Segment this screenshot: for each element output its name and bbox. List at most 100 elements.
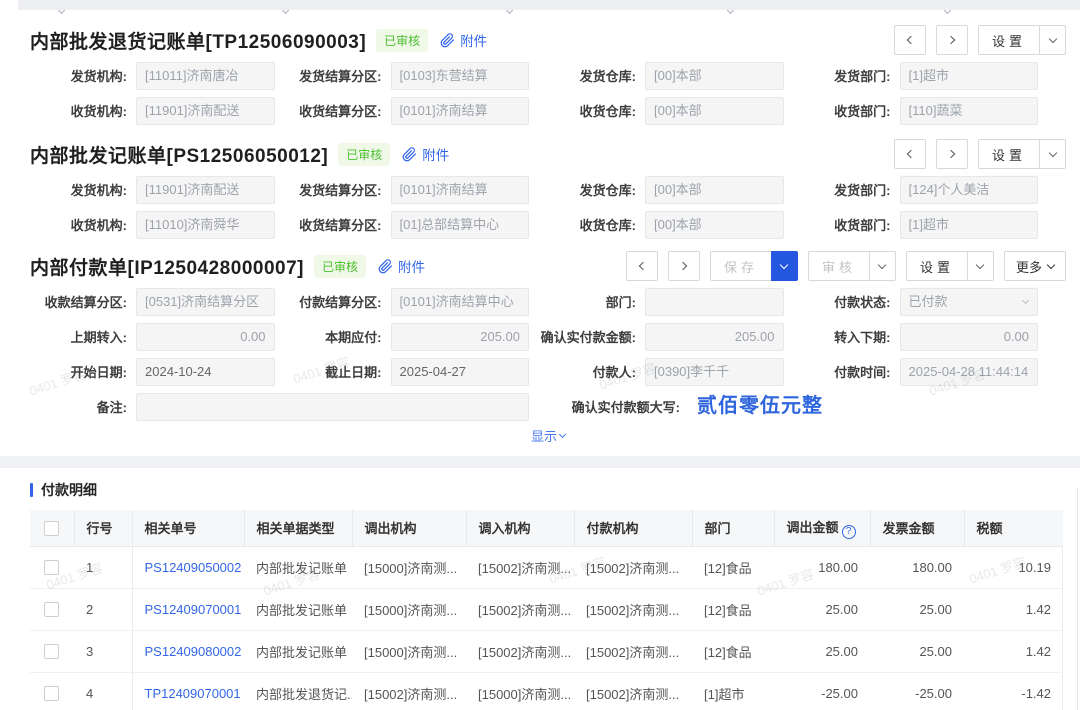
panel-return-voucher: 内部批发退货记账单[TP12506090003] 已审核 附件 设置 发货机构:… [0,22,1080,128]
show-toggle-link[interactable]: 显示 [531,426,565,445]
attachment-label: 附件 [422,144,449,164]
cell-tax: 1.42 [964,630,1063,672]
prev-record-button[interactable] [626,251,658,281]
field-amount-words: 确认实付款额大写:贰佰零伍元整 [539,389,1048,424]
row-checkbox[interactable] [44,644,59,659]
current-due-input[interactable]: 205.00 [391,323,530,351]
field-recv-dept: 收货部门:[110]蔬菜 [794,93,1049,128]
settings-button[interactable]: 设置 [906,251,968,281]
cell-doc-type: 内部批发退货记... [244,672,352,710]
col-doc-no: 相关单号 [132,510,244,546]
cell-out-amount: 25.00 [774,630,870,672]
ship-warehouse-input[interactable]: [00]本部 [645,176,784,204]
field-recv-org: 收货机构:[11010]济南舜华 [30,207,285,242]
field-pay-time: 付款时间:2025-04-28 11:44:14 [794,354,1049,389]
prev-record-button[interactable] [894,25,926,55]
audit-dropdown-button[interactable] [869,251,896,281]
settings-button[interactable]: 设置 [978,25,1040,55]
field-ship-dept: 发货部门:[124]个人美洁 [794,172,1049,207]
ship-zone-input[interactable]: [0101]济南结算 [391,176,530,204]
audit-button[interactable]: 审核 [808,251,870,281]
col-in-org: 调入机构 [466,510,574,546]
start-date-input[interactable]: 2024-10-24 [136,358,275,386]
attachment-link[interactable]: 附件 [378,256,425,276]
paperclip-icon [378,259,393,274]
cell-out-org: [15000]济南测... [352,588,466,630]
cell-tax: 10.19 [964,546,1063,588]
recv-org-input[interactable]: [11010]济南舜华 [136,211,275,239]
settings-dropdown-button[interactable] [967,251,994,281]
remark-input[interactable] [136,393,529,421]
doc-no-link[interactable]: PS12409080002 [132,630,244,672]
recv-warehouse-input[interactable]: [00]本部 [645,211,784,239]
doc-no-link[interactable]: PS12409070001 [132,588,244,630]
recv-zone-input[interactable]: [0531]济南结算分区 [136,288,275,316]
field-ship-org: 发货机构:[11011]济南唐冶 [30,58,285,93]
dept-input[interactable] [645,288,784,316]
col-out-org: 调出机构 [352,510,466,546]
save-dropdown-button[interactable] [771,251,798,281]
row-checkbox[interactable] [44,602,59,617]
cell-in-org: [15002]济南测... [466,588,574,630]
doc-no-link[interactable]: PS12409050002 [132,546,244,588]
field-ship-warehouse: 发货仓库:[00]本部 [539,172,794,207]
recv-dept-input[interactable]: [1]超市 [900,211,1039,239]
pay-status-select[interactable]: 已付款 [900,288,1039,316]
save-button[interactable]: 保存 [710,251,772,281]
row-checkbox[interactable] [44,560,59,575]
cell-line-no: 1 [74,546,132,588]
pay-time-input[interactable]: 2025-04-28 11:44:14 [900,358,1039,386]
recv-zone-input[interactable]: [01]总部结算中心 [391,211,530,239]
ship-org-input[interactable]: [11011]济南唐冶 [136,62,275,90]
ship-org-input[interactable]: [11901]济南配送 [136,176,275,204]
ship-dept-input[interactable]: [1]超市 [900,62,1039,90]
recv-warehouse-input[interactable]: [00]本部 [645,97,784,125]
next-record-button[interactable] [668,251,700,281]
end-date-input[interactable]: 2025-04-27 [391,358,530,386]
row-checkbox[interactable] [44,686,59,701]
settings-dropdown-button[interactable] [1039,139,1066,169]
prev-in-input[interactable]: 0.00 [136,323,275,351]
attachment-link[interactable]: 附件 [402,144,449,164]
next-record-button[interactable] [936,25,968,55]
col-doc-type: 相关单据类型 [244,510,352,546]
cell-doc-type: 内部批发记账单 [244,588,352,630]
field-recv-warehouse: 收货仓库:[00]本部 [539,93,794,128]
cell-tax: -1.42 [964,672,1063,710]
select-all-checkbox[interactable] [44,521,59,536]
payer-input[interactable]: [0390]李千千 [645,358,784,386]
pay-zone-input[interactable]: [0101]济南结算中心 [391,288,530,316]
doc-no-link[interactable]: TP12409070001 [132,672,244,710]
sort-chevron-icon [945,1,952,8]
ship-warehouse-input[interactable]: [00]本部 [645,62,784,90]
paperclip-icon [402,147,417,162]
status-badge: 已审核 [338,143,390,166]
attachment-link[interactable]: 附件 [440,30,487,50]
cell-invoice-amount: 180.00 [870,546,964,588]
table-row: 3 PS12409080002 内部批发记账单 [15000]济南测... [1… [30,630,1063,672]
ship-dept-input[interactable]: [124]个人美洁 [900,176,1039,204]
settings-dropdown-button[interactable] [1039,25,1066,55]
settings-button[interactable]: 设置 [978,139,1040,169]
question-circle-icon[interactable]: ? [842,525,856,539]
chevron-down-icon [878,261,886,269]
cell-line-no: 3 [74,630,132,672]
confirmed-amount-input[interactable]: 205.00 [645,323,784,351]
more-button[interactable]: 更多 [1004,251,1066,281]
cell-out-org: [15000]济南测... [352,630,466,672]
prev-record-button[interactable] [894,139,926,169]
section-title-bar [30,483,33,497]
field-recv-org: 收货机构:[11901]济南配送 [30,93,285,128]
attachment-label: 附件 [460,30,487,50]
ship-zone-input[interactable]: [0103]东营结算 [391,62,530,90]
cell-doc-type: 内部批发记账单 [244,546,352,588]
recv-org-input[interactable]: [11901]济南配送 [136,97,275,125]
recv-dept-input[interactable]: [110]蔬菜 [900,97,1039,125]
page-title: 内部付款单[IP1250428000007] [30,253,304,280]
panel-sale-voucher: 内部批发记账单[PS12506050012] 已审核 附件 设置 发货机构:[1… [0,136,1080,242]
table-row: 2 PS12409070001 内部批发记账单 [15000]济南测... [1… [30,588,1063,630]
next-record-button[interactable] [936,139,968,169]
to-next-input[interactable]: 0.00 [900,323,1039,351]
recv-zone-input[interactable]: [0101]济南结算 [391,97,530,125]
chevron-down-icon [1048,149,1056,157]
